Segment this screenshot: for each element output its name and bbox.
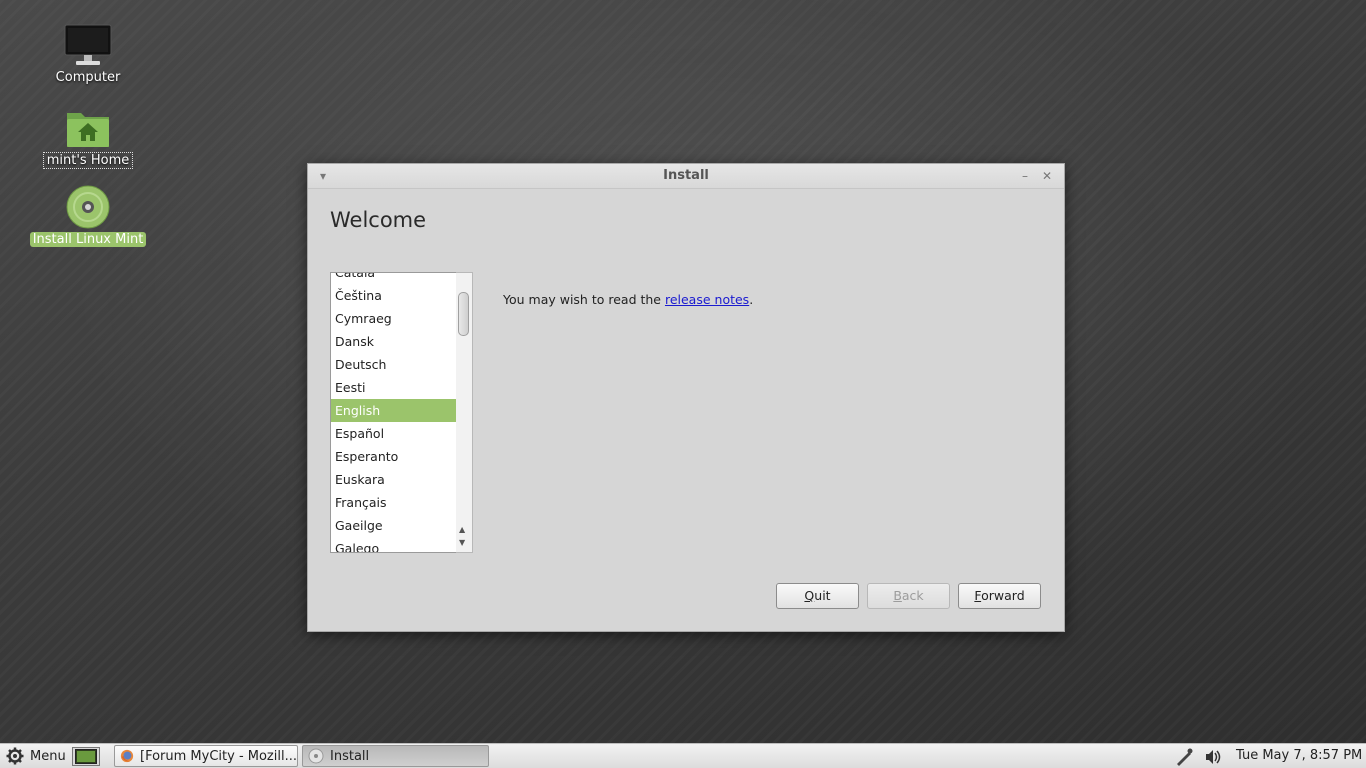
language-item[interactable]: Euskara: [331, 468, 472, 491]
volume-icon[interactable]: [1204, 748, 1222, 768]
desktop-icon-label: mint's Home: [42, 152, 134, 169]
scrollbar-thumb[interactable]: [458, 292, 469, 336]
taskbar: Menu [Forum MyCity - Mozill... Install T…: [0, 743, 1366, 768]
desktop-icon-computer[interactable]: Computer: [28, 22, 148, 85]
language-item[interactable]: English: [331, 399, 472, 422]
language-list[interactable]: Català Čeština Cymraeg Dansk Deutsch Eesti Eng…: [330, 272, 473, 553]
language-item[interactable]: Deutsch: [331, 353, 472, 376]
quit-button[interactable]: Quit: [776, 583, 859, 609]
taskbar-item-firefox[interactable]: [Forum MyCity - Mozill...: [114, 745, 298, 767]
language-item[interactable]: Čeština: [331, 284, 472, 307]
back-button[interactable]: Back: [867, 583, 950, 609]
show-desktop-icon: [75, 749, 97, 764]
desktop-icon-home[interactable]: mint's Home: [28, 104, 148, 169]
clock[interactable]: Tue May 7, 8:57 PM: [1236, 748, 1362, 763]
language-item[interactable]: Cymraeg: [331, 307, 472, 330]
menu-button[interactable]: Menu: [6, 747, 66, 765]
network-icon[interactable]: [1175, 748, 1193, 768]
desktop-icon-label: Install Linux Mint: [29, 232, 147, 247]
language-item[interactable]: Français: [331, 491, 472, 514]
language-item[interactable]: Eesti: [331, 376, 472, 399]
language-item[interactable]: Dansk: [331, 330, 472, 353]
window-title: Install: [663, 168, 709, 183]
language-item[interactable]: Esperanto: [331, 445, 472, 468]
release-notes-text: You may wish to read the release notes.: [503, 292, 754, 307]
page-title: Welcome: [330, 208, 427, 232]
firefox-icon: [120, 749, 134, 763]
release-notes-link[interactable]: release notes: [665, 292, 749, 307]
close-icon[interactable]: ✕: [1038, 167, 1056, 185]
disc-icon: [63, 184, 113, 230]
scroll-up-icon[interactable]: ▲: [459, 525, 465, 534]
computer-icon: [63, 22, 113, 68]
language-list-scrollbar[interactable]: ▲ ▼: [456, 272, 473, 553]
language-item[interactable]: Català: [331, 273, 472, 284]
minimize-icon[interactable]: –: [1016, 167, 1034, 185]
disc-icon: [308, 748, 324, 764]
install-window: ▾ Install – ✕ Welcome Català Čeština Cymra…: [307, 163, 1065, 632]
desktop-icon-install[interactable]: Install Linux Mint: [28, 184, 148, 247]
language-list-items: Català Čeština Cymraeg Dansk Deutsch Eesti Eng…: [331, 273, 472, 552]
language-item[interactable]: Español: [331, 422, 472, 445]
taskbar-item-install[interactable]: Install: [302, 745, 489, 767]
window-titlebar[interactable]: ▾ Install – ✕: [308, 164, 1064, 189]
language-item[interactable]: Gaeilge: [331, 514, 472, 537]
scroll-down-icon[interactable]: ▼: [459, 538, 465, 547]
language-item[interactable]: Galego: [331, 537, 472, 552]
gear-icon: [6, 747, 24, 765]
home-folder-icon: [63, 104, 113, 150]
desktop-icon-label: Computer: [55, 70, 121, 85]
show-desktop-button[interactable]: [72, 747, 100, 766]
forward-button[interactable]: Forward: [958, 583, 1041, 609]
